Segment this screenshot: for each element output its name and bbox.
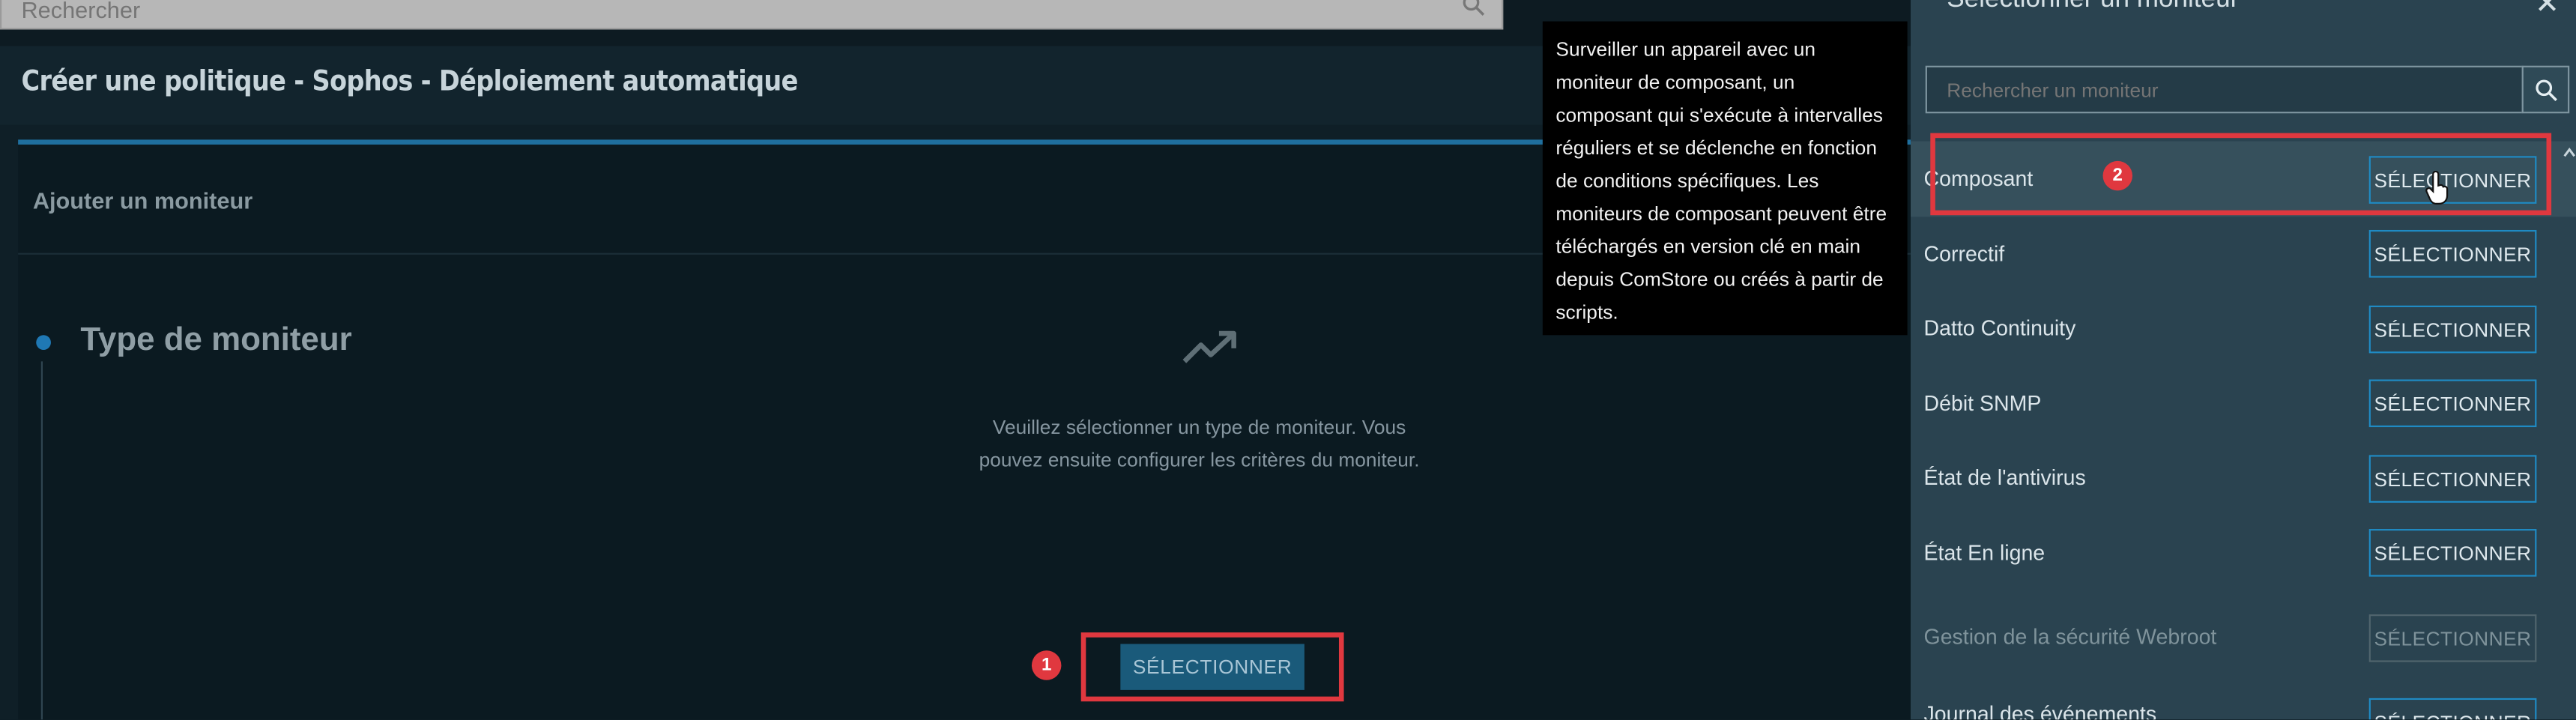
- global-search-input[interactable]: [18, 0, 1438, 25]
- monitor-label: Datto Continuity: [1923, 315, 2076, 340]
- tooltip-line: réguliers et se déclenche en fonction: [1555, 136, 1877, 160]
- screen: Créer une politique - Sophos - Déploieme…: [0, 0, 2576, 720]
- tooltip-line: depuis ComStore ou créés à partir de: [1555, 267, 1884, 291]
- annotation-badge-2: 2: [2102, 160, 2132, 191]
- panel-title: Sélectionner un moniteur: [1947, 0, 2239, 15]
- component-tooltip: Surveiller un appareil avec un moniteur …: [1542, 21, 1908, 336]
- tooltip-line: téléchargés en version clé en main: [1555, 235, 1860, 258]
- step-indicator-dot: [36, 335, 51, 351]
- tooltip-line: moniteur de composant, un: [1555, 70, 1795, 94]
- search-icon[interactable]: [1462, 0, 1485, 16]
- empty-state-line-1: Veuillez sélectionner un type de moniteu…: [992, 415, 1406, 439]
- tooltip-line: Surveiller un appareil avec un: [1555, 37, 1816, 61]
- empty-state-text: Veuillez sélectionner un type de moniteu…: [953, 411, 1446, 477]
- tooltip-line: composant qui s'exécute à intervalles: [1555, 103, 1883, 127]
- annotation-highlight-1: [1080, 632, 1344, 702]
- select-button[interactable]: SÉLECTIONNER: [2368, 379, 2537, 428]
- select-button[interactable]: SÉLECTIONNER: [2368, 455, 2537, 503]
- monitor-label: Débit SNMP: [1923, 390, 2042, 416]
- trending-up-icon: [1182, 330, 1236, 363]
- select-button[interactable]: SÉLECTIONNER: [2368, 698, 2537, 720]
- annotation-highlight-2: [1930, 133, 2552, 216]
- card-header: Ajouter un moniteur: [32, 187, 253, 214]
- step-title: Type de moniteur: [80, 321, 352, 358]
- global-search[interactable]: [0, 0, 1504, 30]
- monitor-search-field[interactable]: [1925, 65, 2524, 114]
- scroll-up-arrow-icon[interactable]: [2563, 145, 2576, 161]
- monitor-label: État En ligne: [1923, 540, 2046, 566]
- search-icon: [2536, 79, 2557, 101]
- annotation-badge-1: 1: [1031, 650, 1062, 680]
- select-monitor-panel: Sélectionner un moniteur ✕ Composant SÉL…: [1910, 0, 2576, 720]
- monitor-label: Correctif: [1923, 241, 2005, 267]
- select-button[interactable]: SÉLECTIONNER: [2368, 229, 2537, 278]
- monitor-search-button[interactable]: [2521, 65, 2570, 114]
- empty-state-line-2: pouvez ensuite configurer les critères d…: [979, 448, 1420, 472]
- select-button[interactable]: SÉLECTIONNER: [2368, 305, 2537, 354]
- select-button: SÉLECTIONNER: [2368, 614, 2537, 662]
- close-icon[interactable]: ✕: [2535, 0, 2560, 22]
- page-title: Créer une politique - Sophos - Déploieme…: [21, 65, 799, 99]
- monitor-label: Journal des événements: [1923, 701, 2157, 720]
- hand-cursor-icon: [2425, 171, 2449, 205]
- tooltip-line: scripts.: [1555, 300, 1618, 324]
- step-line: [40, 361, 43, 720]
- tooltip-line: moniteurs de composant peuvent être: [1555, 202, 1887, 226]
- select-button[interactable]: SÉLECTIONNER: [2368, 529, 2537, 577]
- monitor-search-input[interactable]: [1943, 77, 2509, 104]
- tooltip-line: de conditions spécifiques. Les: [1555, 169, 1819, 193]
- monitor-label: État de l'antivirus: [1923, 465, 2086, 490]
- monitor-label: Gestion de la sécurité Webroot: [1923, 624, 2217, 650]
